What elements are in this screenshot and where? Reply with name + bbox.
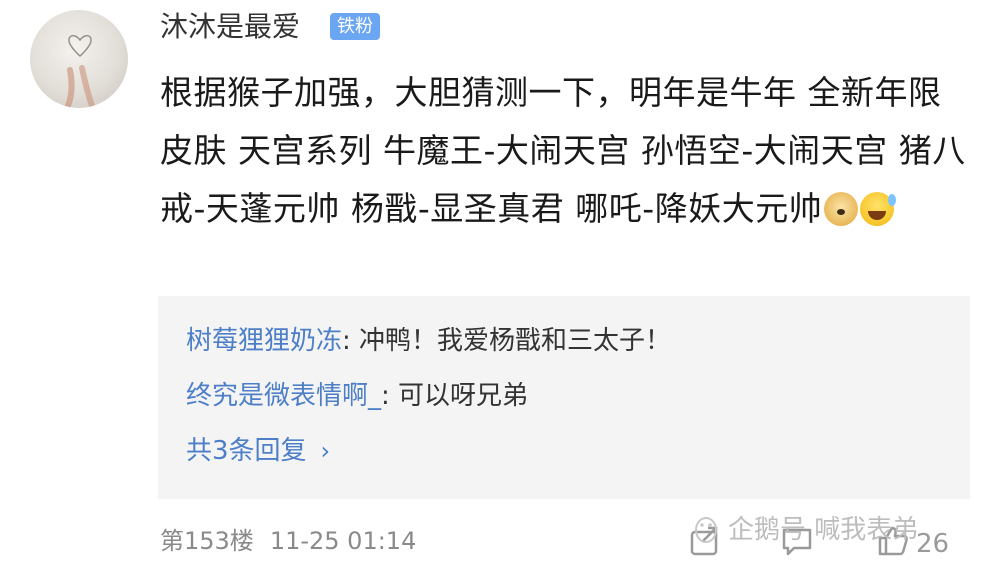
comment-username[interactable]: 沐沐是最爱 (160, 10, 300, 44)
reply-text: 可以呀兄弟 (398, 381, 529, 411)
reply-separator: : (342, 326, 360, 356)
comment-time: 11-25 01:14 (269, 527, 417, 555)
reply-text: 冲鸭！我爱杨戬和三太子！ (359, 326, 672, 356)
more-replies-label: 共3条回复 (186, 436, 307, 466)
reply-box: 树莓狸狸奶冻: 冲鸭！我爱杨戬和三太子！ 终究是微表情啊_: 可以呀兄弟 共3条… (158, 296, 970, 499)
floor-number: 第153楼 (160, 527, 254, 555)
reply-item[interactable]: 终究是微表情啊_: 可以呀兄弟 (186, 379, 528, 413)
more-replies-link[interactable]: 共3条回复 › (186, 434, 330, 468)
like-count: 26 (916, 529, 950, 559)
sweat-smile-emoji-icon (860, 192, 897, 226)
chevron-right-icon: › (320, 437, 331, 465)
reply-separator: : (381, 381, 399, 411)
doge-emoji-icon (824, 192, 859, 226)
heart-doodle-icon (65, 34, 95, 108)
watermark: 企鹅号 喊我表弟 (690, 512, 918, 546)
watermark-text: 企鹅号 喊我表弟 (728, 515, 919, 545)
reply-item[interactable]: 树莓狸狸奶冻: 冲鸭！我爱杨戬和三太子！ (186, 324, 671, 358)
avatar[interactable] (30, 10, 128, 108)
reply-author[interactable]: 终究是微表情啊_ (186, 381, 381, 411)
reply-author[interactable]: 树莓狸狸奶冻 (186, 326, 342, 356)
comment-meta: 第153楼 11-25 01:14 (160, 526, 416, 556)
fan-badge: 铁粉 (330, 13, 380, 40)
comment-content: 根据猴子加强，大胆猜测一下，明年是牛年 全新年限皮肤 天宫系列 牛魔王-大闹天宫… (160, 64, 970, 238)
penguin-logo-icon (695, 517, 717, 543)
